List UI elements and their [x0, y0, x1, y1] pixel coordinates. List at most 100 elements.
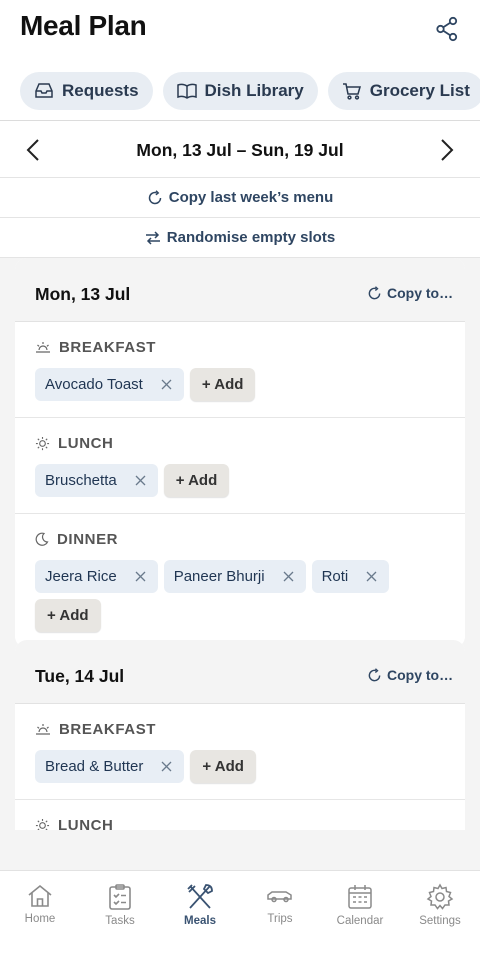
tab-meals[interactable]: Meals — [160, 871, 240, 974]
randomise-empty-slots-button[interactable]: Randomise empty slots — [0, 218, 480, 258]
tab-settings[interactable]: Settings — [400, 871, 480, 974]
remove-dish-button[interactable] — [161, 379, 172, 390]
dish-chip[interactable]: Roti — [311, 560, 390, 593]
grocery-list-label: Grocery List — [369, 81, 470, 100]
tab-label: Calendar — [336, 915, 384, 927]
clipboard-icon — [109, 884, 131, 910]
next-week-button[interactable] — [434, 137, 460, 163]
inbox-icon — [35, 83, 53, 98]
copy-last-week-label: Copy last week’s menu — [168, 189, 334, 206]
sun-icon — [35, 818, 50, 830]
dish-chip[interactable]: Bread & Butter — [35, 750, 185, 783]
moon-icon — [35, 532, 49, 546]
copy-last-week-button[interactable]: Copy last week’s menu — [0, 178, 480, 218]
sun-icon — [35, 436, 50, 450]
add-dish-button[interactable]: + Add — [189, 368, 256, 401]
remove-dish-button[interactable] — [161, 761, 172, 772]
remove-dish-button[interactable] — [135, 475, 146, 486]
week-navigator: Mon, 13 Jul – Sun, 19 Jul — [0, 120, 480, 178]
meal-name: BREAKFAST — [59, 338, 157, 356]
dish-name: Roti — [321, 568, 349, 585]
add-dish-button[interactable]: + Add — [163, 464, 230, 497]
dish-chips: Bread & Butter + Add — [35, 750, 445, 783]
dish-name: Bread & Butter — [45, 758, 144, 775]
meal-name: DINNER — [57, 530, 119, 548]
meal-name: LUNCH — [58, 816, 114, 831]
tab-label: Tasks — [105, 915, 135, 927]
calendar-icon — [348, 885, 372, 909]
dish-chip[interactable]: Jeera Rice — [35, 560, 158, 593]
requests-label: Requests — [62, 81, 139, 100]
day-title: Tue, 14 Jul — [35, 666, 125, 686]
copy-to-button[interactable]: Copy to… — [367, 285, 453, 301]
dish-chip[interactable]: Avocado Toast — [35, 368, 184, 401]
close-icon — [161, 761, 172, 772]
copy-to-label: Copy to… — [387, 285, 454, 301]
remove-dish-button[interactable] — [135, 571, 146, 582]
dish-chips: Bruschetta + Add — [35, 464, 445, 497]
refresh-icon — [368, 667, 381, 681]
dish-chip[interactable]: Paneer Bhurji — [163, 560, 306, 593]
share-icon — [436, 16, 458, 42]
day-card: Tue, 14 Jul Copy to… BREAKFAST Bread & B… — [15, 640, 465, 830]
meal-dinner: DINNER Jeera Rice Paneer Bhurji Roti + A… — [15, 514, 465, 648]
close-icon — [135, 571, 146, 582]
dish-chips: Jeera Rice Paneer Bhurji Roti + Add — [35, 560, 445, 632]
refresh-icon — [148, 189, 161, 204]
chevron-right-icon — [441, 139, 454, 161]
share-button[interactable] — [432, 14, 462, 44]
meal-breakfast: BREAKFAST Avocado Toast + Add — [15, 322, 465, 418]
app-header: Meal Plan Requests Dish Library Grocery … — [0, 0, 480, 120]
grocery-list-button[interactable]: Grocery List — [327, 72, 480, 110]
sunrise-icon — [36, 342, 50, 353]
sunrise-icon — [36, 724, 50, 735]
meal-breakfast: BREAKFAST Bread & Butter + Add — [15, 704, 465, 800]
dish-name: Paneer Bhurji — [173, 568, 265, 585]
close-icon — [161, 379, 172, 390]
dish-chip[interactable]: Bruschetta — [35, 464, 158, 497]
quick-links: Requests Dish Library Grocery List — [20, 72, 480, 110]
copy-to-button[interactable]: Copy to… — [367, 667, 453, 683]
tab-label: Settings — [419, 915, 461, 927]
randomise-label: Randomise empty slots — [166, 229, 336, 246]
meal-lunch: LUNCH Bruschetta + Add — [15, 418, 465, 514]
meal-lunch: LUNCH — [15, 800, 465, 830]
meal-name: BREAKFAST — [59, 720, 157, 738]
close-icon — [283, 571, 294, 582]
add-dish-button[interactable]: + Add — [190, 750, 256, 783]
gear-icon — [426, 883, 454, 910]
tab-tasks[interactable]: Tasks — [80, 871, 160, 974]
day-title: Mon, 13 Jul — [35, 284, 131, 304]
car-icon — [267, 891, 292, 903]
tab-label: Trips — [267, 913, 293, 925]
shuffle-icon — [145, 230, 160, 245]
tab-home[interactable]: Home — [0, 871, 80, 974]
tab-calendar[interactable]: Calendar — [320, 871, 400, 974]
tab-label: Meals — [184, 915, 216, 927]
add-dish-button[interactable]: + Add — [35, 599, 101, 632]
tab-trips[interactable]: Trips — [240, 871, 320, 974]
cart-icon — [342, 83, 361, 100]
dish-name: Bruschetta — [45, 472, 117, 489]
dish-chips: Avocado Toast + Add — [35, 368, 445, 401]
week-range: Mon, 13 Jul – Sun, 19 Jul — [136, 140, 344, 160]
dish-library-button[interactable]: Dish Library — [162, 72, 318, 110]
requests-button[interactable]: Requests — [20, 72, 153, 110]
close-icon — [135, 475, 146, 486]
dish-library-label: Dish Library — [204, 81, 304, 100]
day-header: Tue, 14 Jul Copy to… — [15, 640, 465, 704]
bottom-tab-bar: Home Tasks Meals Trips Calendar Settings — [0, 870, 480, 974]
day-header: Mon, 13 Jul Copy to… — [15, 258, 465, 322]
close-icon — [366, 571, 377, 582]
days-list[interactable]: Mon, 13 Jul Copy to… BREAKFAST Avocado T… — [0, 258, 480, 830]
copy-to-label: Copy to… — [387, 667, 454, 683]
tab-label: Home — [24, 913, 56, 925]
utensils-icon — [187, 884, 213, 909]
refresh-icon — [368, 285, 381, 299]
dish-name: Avocado Toast — [45, 376, 143, 393]
day-card: Mon, 13 Jul Copy to… BREAKFAST Avocado T… — [15, 258, 465, 648]
meal-name: LUNCH — [58, 434, 114, 452]
remove-dish-button[interactable] — [366, 571, 377, 582]
book-icon — [176, 83, 197, 99]
remove-dish-button[interactable] — [283, 571, 294, 582]
